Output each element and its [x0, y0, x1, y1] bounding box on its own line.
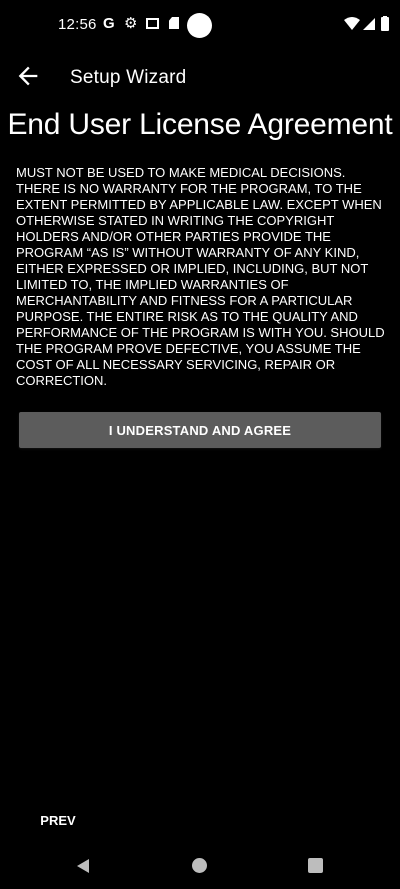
mail-icon [146, 18, 159, 29]
status-time: 12:56 [58, 16, 97, 33]
status-bar: 12:56 G ⚙ [0, 0, 400, 52]
cell-signal-icon [363, 18, 375, 30]
status-icons-right [344, 16, 390, 32]
nav-back-icon[interactable] [74, 857, 92, 875]
nav-home-icon[interactable] [192, 858, 207, 873]
license-text: MUST NOT BE USED TO MAKE MEDICAL DECISIO… [16, 165, 385, 388]
battery-icon [381, 16, 389, 31]
sd-card-icon [169, 17, 179, 29]
prev-button[interactable]: PREV [30, 806, 86, 834]
arrow-back-icon [18, 66, 38, 86]
notification-dot-icon [187, 13, 212, 38]
navigation-bar [0, 845, 400, 889]
agree-button[interactable]: I UNDERSTAND AND AGREE [19, 412, 381, 448]
google-icon: G [103, 15, 115, 32]
back-button[interactable] [14, 62, 42, 90]
wifi-icon [344, 17, 360, 30]
nav-recents-icon[interactable] [308, 858, 323, 873]
app-title: Setup Wizard [70, 67, 187, 88]
page-title: End User License Agreement [7, 108, 393, 141]
app-bar: Setup Wizard [0, 56, 400, 100]
gear-icon: ⚙ [124, 15, 138, 32]
